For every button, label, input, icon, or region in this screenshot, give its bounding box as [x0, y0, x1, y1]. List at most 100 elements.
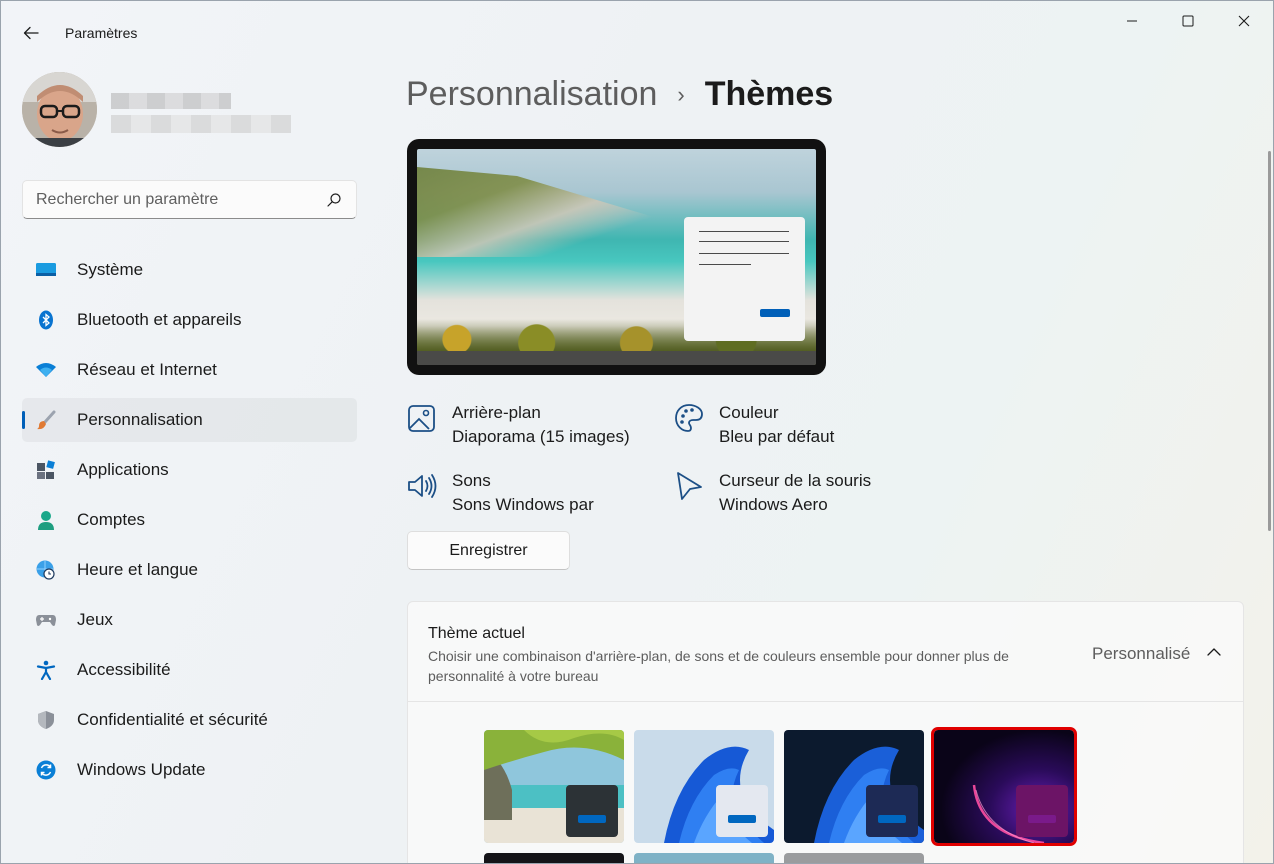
minimize-icon: [1127, 20, 1137, 22]
preview-window: [684, 217, 805, 341]
settings-window: Paramètres Rechercher un paramètre Systè…: [0, 0, 1274, 864]
sidebar-item-reseau[interactable]: Réseau et Internet: [22, 348, 357, 392]
current-theme-title: Thème actuel: [428, 625, 525, 642]
maximize-button[interactable]: [1165, 5, 1211, 37]
title-bar: Paramètres: [1, 1, 1273, 49]
theme-tile-mini-window: [1016, 785, 1068, 837]
sidebar-item-bluetooth[interactable]: Bluetooth et appareils: [22, 298, 357, 342]
cursor-setting[interactable]: Curseur de la souris Windows Aero: [674, 471, 894, 521]
breadcrumb-separator: ›: [677, 81, 685, 107]
sidebar-item-personnalisation[interactable]: Personnalisation: [22, 398, 357, 442]
theme-tile-mini-button: [728, 815, 756, 823]
sidebar-item-windows-update[interactable]: Windows Update: [22, 748, 357, 792]
preview-cliff: [417, 167, 667, 257]
color-title: Couleur: [719, 403, 779, 422]
theme-tile-mini-window: [716, 785, 768, 837]
current-theme-value: Personnalisé: [1092, 644, 1191, 663]
current-theme-card: Thème actuel Choisir une combinaison d'a…: [407, 601, 1244, 863]
save-button[interactable]: Enregistrer: [407, 531, 570, 570]
account-icon: [36, 510, 56, 530]
sidebar-item-applications[interactable]: Applications: [22, 448, 357, 492]
image-icon: [408, 405, 435, 432]
sounds-setting[interactable]: Sons Sons Windows par: [407, 471, 627, 521]
current-theme-header[interactable]: Thème actuel Choisir une combinaison d'a…: [408, 602, 1243, 702]
sidebar-item-label: Windows Update: [77, 760, 206, 779]
maximize-icon: [1182, 15, 1194, 27]
minimize-button[interactable]: [1109, 5, 1155, 37]
user-photo: [22, 72, 97, 147]
back-arrow-icon: [23, 26, 39, 40]
preview-desktop: [417, 149, 816, 365]
back-button[interactable]: [15, 19, 47, 47]
sidebar-item-label: Comptes: [77, 510, 146, 529]
cursor-value: Windows Aero: [719, 495, 828, 514]
theme-tile-beach[interactable]: [484, 730, 624, 843]
sidebar-item-systeme[interactable]: Système: [22, 248, 357, 292]
avatar[interactable]: [22, 72, 97, 147]
sidebar-item-label: Accessibilité: [77, 660, 171, 679]
color-value: Bleu par défaut: [719, 427, 835, 446]
sidebar-item-label: Heure et langue: [77, 560, 198, 579]
breadcrumb: Personnalisation › Thèmes: [406, 75, 833, 114]
sounds-value: Sons Windows par: [452, 495, 594, 514]
search-icon[interactable]: [326, 192, 342, 208]
sidebar-item-label: Confidentialité et sécurité: [77, 710, 268, 729]
wifi-icon: [36, 360, 56, 380]
sidebar-item-comptes[interactable]: Comptes: [22, 498, 357, 542]
preview-taskbar: [417, 351, 816, 365]
gamepad-icon: [36, 610, 56, 630]
sidebar-item-confidentialite[interactable]: Confidentialité et sécurité: [22, 698, 357, 742]
app-title: Paramètres: [65, 25, 138, 41]
page-title: Thèmes: [704, 75, 834, 113]
breadcrumb-parent[interactable]: Personnalisation: [406, 75, 657, 114]
sidebar-item-jeux[interactable]: Jeux: [22, 598, 357, 642]
theme-tile-windows-dark[interactable]: [784, 730, 924, 843]
background-value: Diaporama (15 images): [452, 427, 630, 446]
chevron-up-icon[interactable]: [1204, 642, 1224, 662]
search-input[interactable]: [23, 190, 313, 209]
theme-tile-mini-window: [566, 785, 618, 837]
theme-tile-glow-selected[interactable]: [931, 727, 1077, 846]
user-email-redacted: [111, 115, 291, 133]
sidebar-item-heure-langue[interactable]: Heure et langue: [22, 548, 357, 592]
background-setting[interactable]: Arrière-plan Diaporama (15 images): [407, 403, 647, 453]
theme-tile-mini-button: [1028, 815, 1056, 823]
bluetooth-icon: [36, 310, 56, 330]
sidebar-nav: Système Bluetooth et appareils Réseau et…: [22, 248, 357, 798]
search-box[interactable]: [22, 180, 357, 219]
palette-icon: [675, 404, 703, 432]
user-name-redacted: [111, 93, 231, 109]
accessibility-icon: [36, 660, 56, 680]
globe-clock-icon: [36, 560, 56, 580]
preview-button: [760, 309, 790, 317]
theme-tile-mini-button: [878, 815, 906, 823]
system-icon: [36, 260, 56, 280]
update-icon: [36, 760, 56, 780]
theme-tile-row2-1[interactable]: [484, 853, 624, 863]
sidebar-item-label: Applications: [77, 460, 169, 479]
theme-tile-windows-light[interactable]: [634, 730, 774, 843]
sounds-title: Sons: [452, 471, 491, 490]
close-icon: [1238, 15, 1250, 27]
sidebar-item-label: Bluetooth et appareils: [77, 310, 242, 329]
preview-line: [699, 231, 789, 232]
scrollbar[interactable]: [1268, 151, 1271, 531]
speaker-icon: [408, 474, 437, 498]
theme-preview: [407, 139, 826, 375]
theme-tile-mini-window: [866, 785, 918, 837]
sidebar-item-label: Système: [77, 260, 144, 279]
brush-icon: [36, 410, 56, 430]
theme-tile-row2-3[interactable]: [784, 853, 924, 863]
sidebar-item-label: Réseau et Internet: [77, 360, 217, 379]
sidebar-item-label: Personnalisation: [77, 410, 203, 429]
preview-line: [699, 241, 789, 242]
cursor-icon: [677, 472, 702, 500]
theme-tile-mini-button: [578, 815, 606, 823]
theme-tile-row2-2[interactable]: [634, 853, 774, 863]
sidebar-item-accessibilite[interactable]: Accessibilité: [22, 648, 357, 692]
shield-icon: [36, 710, 56, 730]
background-title: Arrière-plan: [452, 403, 541, 422]
color-setting[interactable]: Couleur Bleu par défaut: [674, 403, 874, 453]
close-button[interactable]: [1221, 5, 1267, 37]
cursor-title: Curseur de la souris: [719, 471, 872, 490]
